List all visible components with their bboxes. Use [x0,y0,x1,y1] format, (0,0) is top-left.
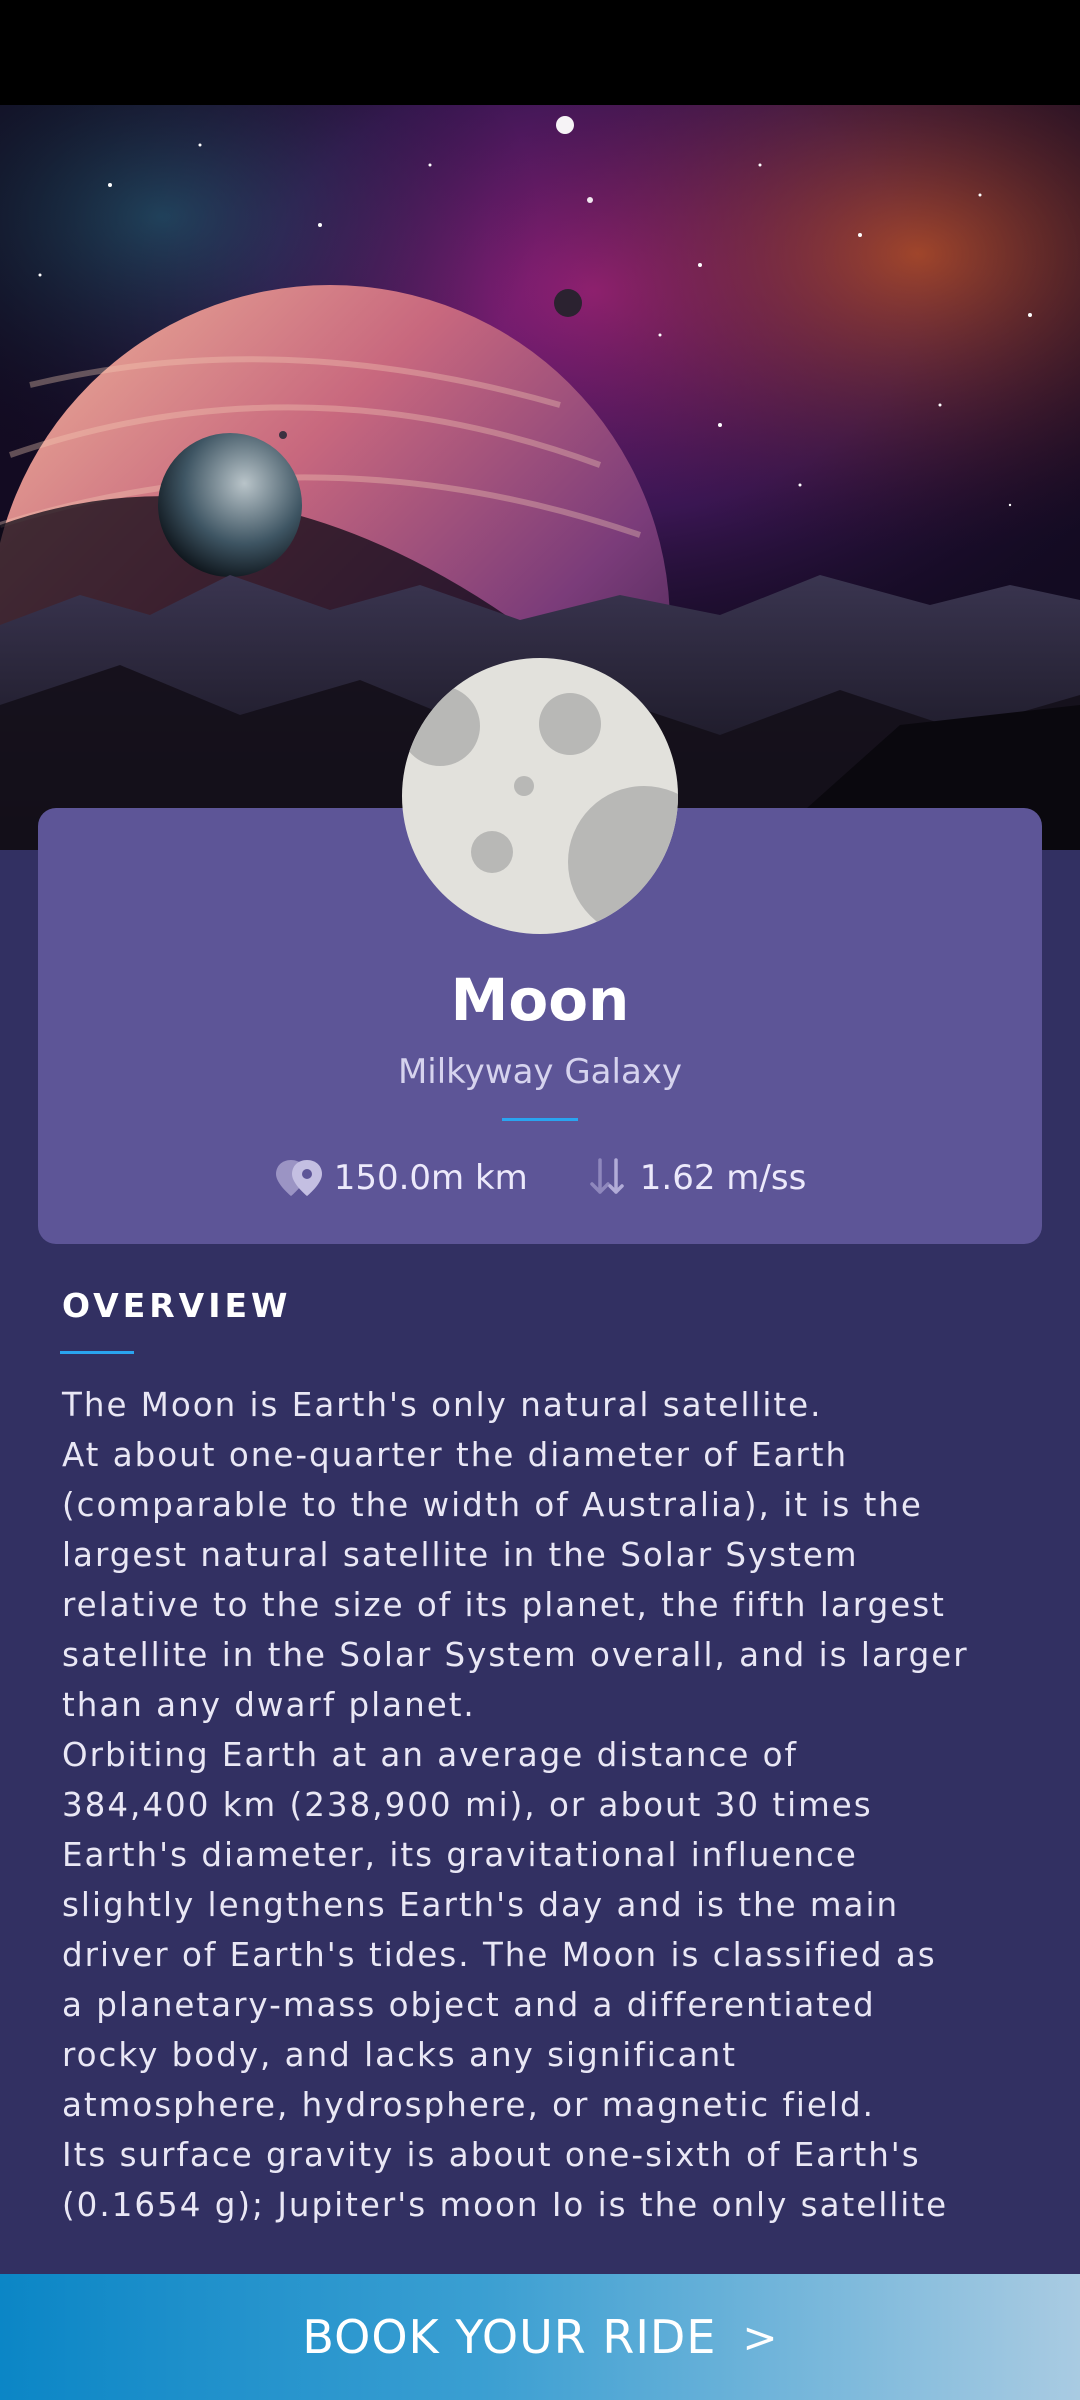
overview-line: largest natural satellite in the Solar S… [62,1536,859,1574]
overview-line: The Moon is Earth's only natural satelli… [62,1386,823,1424]
card-divider [502,1118,578,1121]
book-ride-button[interactable]: BOOK YOUR RIDE > [0,2274,1080,2400]
gravity-value: 1.62 m/ss [639,1158,807,1198]
chevron-right-icon: > [742,2312,778,2362]
overview-line: rocky body, and lacks any significant [62,2036,737,2074]
overview-line: Orbiting Earth at an average distance of [62,1736,798,1774]
overview-line: a planetary-mass object and a differenti… [62,1986,876,2024]
book-ride-label: BOOK YOUR RIDE [302,2310,717,2364]
overview-line: than any dwarf planet. [62,1686,476,1724]
location-pin-icon [274,1156,324,1200]
planet-stats: 150.0m km 1.62 m/ss [38,1148,1042,1208]
overview-line: (comparable to the width of Australia), … [62,1486,923,1524]
distance-value: 150.0m km [333,1158,528,1198]
overview-line: relative to the size of its planet, the … [62,1586,946,1624]
overview-line: satellite in the Solar System overall, a… [62,1636,969,1674]
overview-line: At about one-quarter the diameter of Ear… [62,1436,849,1474]
overview-line: driver of Earth's tides. The Moon is cla… [62,1936,937,1974]
galaxy-name: Milkyway Galaxy [397,1052,683,1092]
gravity-stat: 1.62 m/ss [586,1156,807,1200]
moon-illustration [402,658,678,934]
overview-line: 384,400 km (238,900 mi), or about 30 tim… [62,1786,873,1824]
status-bar [0,0,1080,105]
gravity-arrow-icon [586,1156,630,1200]
overview-line: slightly lengthens Earth's day and is th… [62,1886,900,1924]
overview-line: Earth's diameter, its gravitational infl… [62,1836,858,1874]
overview-line: atmosphere, hydrosphere, or magnetic fie… [62,2086,875,2124]
overview-line: Its surface gravity is about one-sixth o… [62,2136,921,2174]
overview-divider [60,1351,134,1354]
planet-name: Moon [450,966,630,1034]
overview-line: (0.1654 g); Jupiter's moon Io is the onl… [62,2186,949,2224]
overview-heading: OVERVIEW [62,1286,292,1325]
distance-stat: 150.0m km [274,1156,528,1200]
overview-text: The Moon is Earth's only natural satelli… [62,1380,1042,2230]
